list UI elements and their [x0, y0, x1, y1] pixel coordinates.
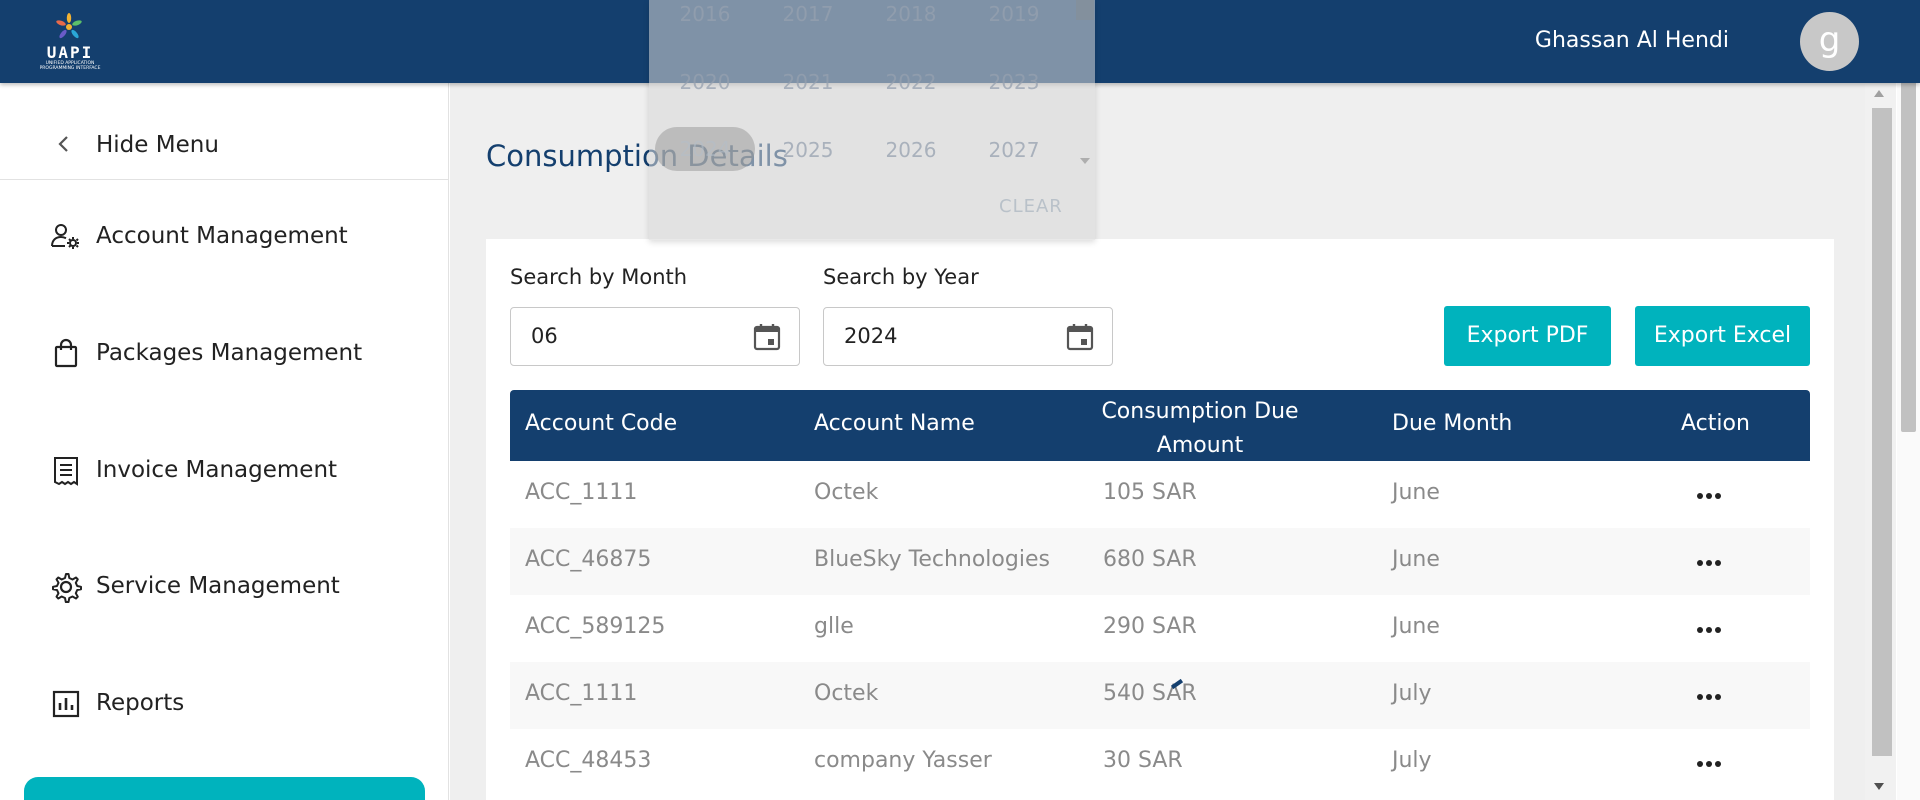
- avatar[interactable]: g: [1800, 12, 1859, 71]
- cell-account-code: ACC_46875: [525, 547, 652, 572]
- hide-menu-label: Hide Menu: [96, 132, 219, 158]
- more-options-icon[interactable]: [1696, 626, 1722, 634]
- table-row[interactable]: ACC_1111 Octek 540 SAR July: [510, 662, 1810, 729]
- cell-account-name: glle: [814, 614, 854, 639]
- year-option[interactable]: 2018: [861, 0, 961, 36]
- cell-due-month: June: [1392, 480, 1440, 505]
- year-option[interactable]: 2019: [964, 0, 1064, 36]
- cell-amount: 105 SAR: [1103, 480, 1197, 505]
- sidebar-item-reports[interactable]: Reports: [0, 674, 449, 734]
- uapi-logo[interactable]: UAPI UNIFIED APPLICATION PROGRAMMING INT…: [36, 12, 104, 72]
- year-picker-scrollbar[interactable]: [1073, 0, 1095, 165]
- scroll-down-arrow-icon[interactable]: [1080, 158, 1090, 164]
- sidebar-item-label: Account Management: [96, 223, 348, 249]
- year-filter-label: Search by Year: [823, 265, 979, 289]
- logo-tagline: UNIFIED APPLICATION PROGRAMMING INTERFAC…: [39, 61, 101, 71]
- calendar-icon[interactable]: [1065, 322, 1095, 352]
- more-options-icon[interactable]: [1696, 492, 1722, 500]
- bar-chart-icon: [52, 690, 80, 718]
- sidebar-item-label: Reports: [96, 690, 185, 716]
- year-option[interactable]: 2022: [861, 60, 961, 104]
- year-value: 2024: [844, 324, 898, 348]
- receipt-icon: [54, 457, 78, 486]
- month-value: 06: [531, 324, 558, 348]
- cell-amount: 680 SAR: [1103, 547, 1197, 572]
- page-scrollbar[interactable]: [1897, 0, 1920, 800]
- clear-button[interactable]: CLEAR: [999, 196, 1063, 217]
- sidebar-item-label: Invoice Management: [96, 457, 338, 483]
- sidebar-action-button[interactable]: [24, 777, 425, 800]
- cell-account-code: ACC_589125: [525, 614, 666, 639]
- col-consumption-due-amount[interactable]: Consumption Due Amount: [1090, 395, 1310, 463]
- cell-account-name: Octek: [814, 480, 879, 505]
- sidebar-item-label: Packages Management: [96, 340, 363, 366]
- user-name[interactable]: Ghassan Al Hendi: [1535, 28, 1729, 53]
- month-filter-label: Search by Month: [510, 265, 688, 289]
- cell-account-code: ACC_48453: [525, 748, 652, 773]
- col-account-code[interactable]: Account Code: [525, 411, 677, 436]
- cell-amount: 540 SAR: [1103, 681, 1197, 706]
- year-option[interactable]: 2026: [861, 128, 961, 172]
- cell-due-month: June: [1392, 614, 1440, 639]
- calendar-icon[interactable]: [752, 322, 782, 352]
- table-row[interactable]: ACC_46875 BlueSky Technologies 680 SAR J…: [510, 528, 1810, 595]
- scroll-down-arrow-icon[interactable]: [1874, 783, 1884, 790]
- user-gear-icon: [51, 224, 79, 249]
- month-field[interactable]: 06: [510, 307, 800, 366]
- sidebar-item-invoice-management[interactable]: Invoice Management: [0, 441, 449, 501]
- cell-account-code: ACC_1111: [525, 681, 638, 706]
- year-field[interactable]: 2024: [823, 307, 1113, 366]
- sidebar-item-service-management[interactable]: Service Management: [0, 557, 449, 617]
- table-row[interactable]: ACC_48453 company Yasser 30 SAR July: [510, 729, 1810, 796]
- cell-account-name: Octek: [814, 681, 879, 706]
- year-picker-scrollbar-thumb[interactable]: [1076, 0, 1094, 20]
- content-scrollbar-thumb[interactable]: [1872, 108, 1892, 756]
- cell-account-code: ACC_1111: [525, 480, 638, 505]
- cell-amount: 290 SAR: [1103, 614, 1197, 639]
- col-action: Action: [1681, 411, 1750, 436]
- gear-icon: [52, 573, 82, 603]
- table-row[interactable]: ACC_1111 Octek 105 SAR June: [510, 461, 1810, 528]
- year-option[interactable]: 2017: [758, 0, 858, 36]
- sidebar: Hide Menu Account Management Packages Ma…: [0, 83, 449, 800]
- logo-flower-icon: [56, 13, 82, 39]
- year-option[interactable]: 2023: [964, 60, 1064, 104]
- export-excel-button[interactable]: Export Excel: [1635, 306, 1810, 366]
- sidebar-item-account-management[interactable]: Account Management: [0, 207, 449, 267]
- col-due-month[interactable]: Due Month: [1392, 411, 1512, 436]
- cell-account-name: company Yasser: [814, 748, 992, 773]
- year-option[interactable]: 2020: [655, 60, 755, 104]
- sidebar-item-label: Service Management: [96, 573, 340, 599]
- col-amount-line-2: Amount: [1156, 433, 1244, 458]
- sidebar-item-packages-management[interactable]: Packages Management: [0, 324, 449, 384]
- col-account-name[interactable]: Account Name: [814, 411, 975, 436]
- export-pdf-button[interactable]: Export PDF: [1444, 306, 1611, 366]
- table-row[interactable]: ACC_589125 glle 290 SAR June: [510, 595, 1810, 662]
- year-option[interactable]: 2025: [758, 128, 858, 172]
- more-options-icon[interactable]: [1696, 760, 1722, 768]
- cell-due-month: July: [1392, 681, 1432, 706]
- cell-account-name: BlueSky Technologies: [814, 547, 1050, 572]
- year-option[interactable]: 2021: [758, 60, 858, 104]
- cell-amount: 30 SAR: [1103, 748, 1183, 773]
- chevron-left-icon: [58, 136, 68, 152]
- scroll-up-arrow-icon[interactable]: [1874, 90, 1884, 97]
- more-options-icon[interactable]: [1696, 559, 1722, 567]
- year-option[interactable]: 2027: [964, 128, 1064, 172]
- table-header: Account Code Account Name Consumption Du…: [510, 390, 1810, 461]
- year-option-selected[interactable]: 2024: [655, 127, 755, 171]
- year-picker-popup: 2016 2017 2018 2019 2020 2021 2022 2023 …: [649, 0, 1095, 240]
- more-options-icon[interactable]: [1696, 693, 1722, 701]
- cell-due-month: July: [1392, 748, 1432, 773]
- page-scrollbar-thumb[interactable]: [1901, 22, 1916, 432]
- year-option[interactable]: 2016: [655, 0, 755, 36]
- hide-menu-button[interactable]: Hide Menu: [0, 124, 449, 180]
- cell-due-month: June: [1392, 547, 1440, 572]
- logo-brand: UAPI: [46, 43, 94, 62]
- col-amount-line-1: Consumption Due: [1101, 399, 1299, 424]
- bag-icon: [54, 338, 78, 368]
